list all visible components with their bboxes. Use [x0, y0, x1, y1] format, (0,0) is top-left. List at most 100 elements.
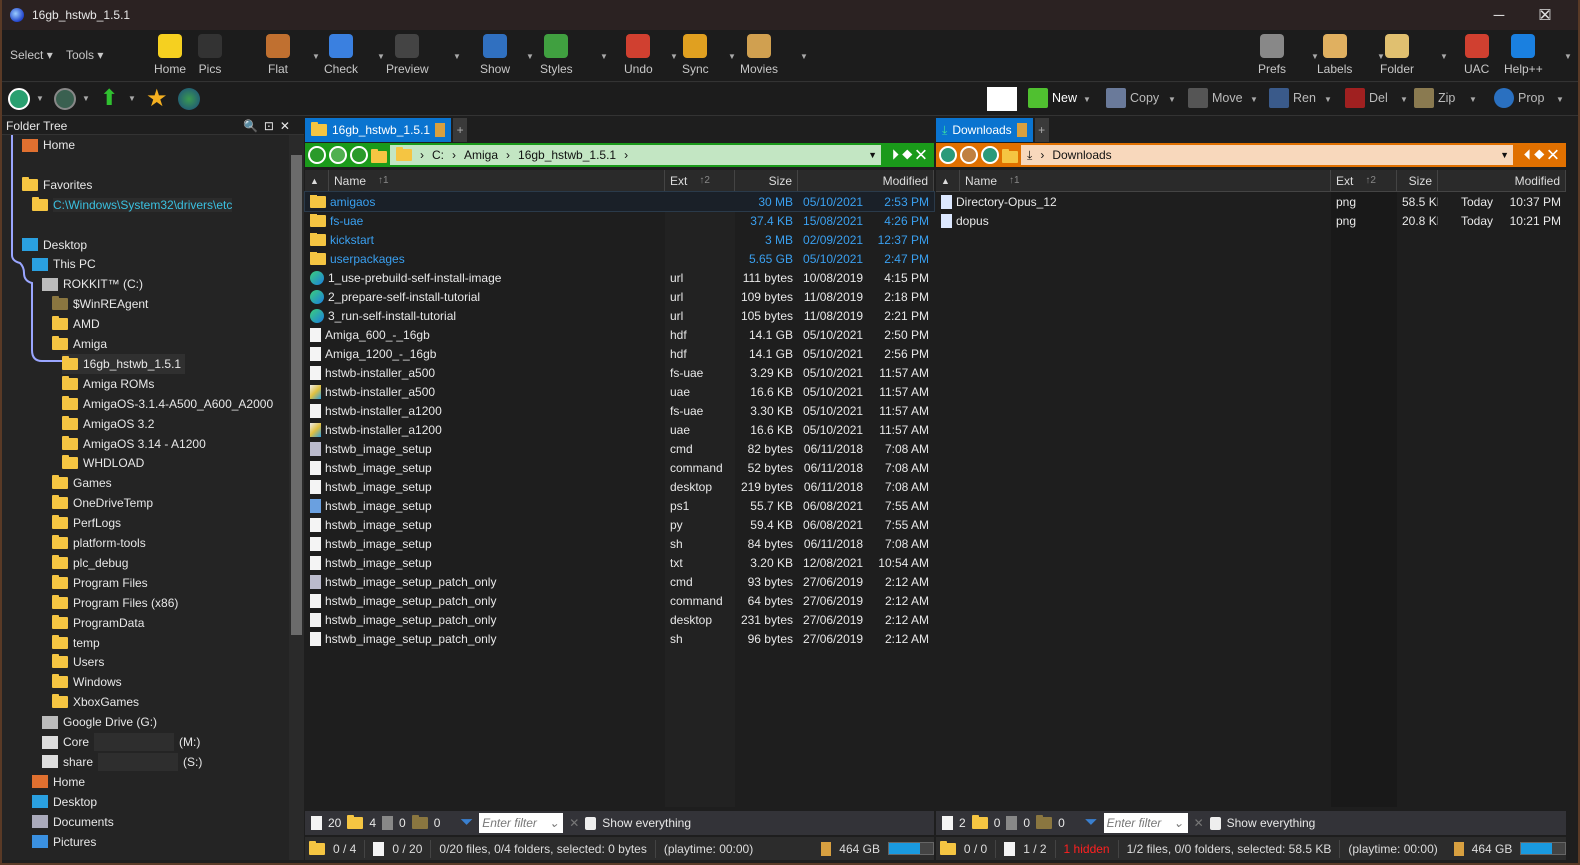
tree-item[interactable]: $WinREAgent	[52, 294, 148, 314]
breadcrumb-c[interactable]: C:	[432, 148, 444, 162]
dropdown-arrow-icon[interactable]: ▼	[526, 52, 534, 61]
dropdown-arrow-icon[interactable]: ▼	[600, 52, 608, 61]
toolbar-button-prop[interactable]: Prop	[1494, 88, 1544, 108]
close-window-button[interactable]: ✕	[1522, 0, 1568, 30]
file-row[interactable]: Directory-Opus_12 png 58.5 KB Today 10:37 PM	[936, 192, 1566, 211]
toolbar-button-del[interactable]: Del	[1345, 88, 1388, 108]
dropdown-arrow-icon[interactable]: ▼	[800, 52, 808, 61]
tree-scroll-thumb[interactable]	[291, 155, 302, 635]
dropdown-arrow-icon[interactable]: ▼	[1556, 95, 1564, 104]
tab-downloads[interactable]: ⤓ Downloads	[936, 118, 1033, 142]
back-icon[interactable]	[308, 146, 326, 164]
tree-item[interactable]: OneDriveTemp	[52, 493, 153, 513]
back-icon[interactable]	[8, 88, 30, 110]
toolbar-button-zip[interactable]: Zip	[1414, 88, 1455, 108]
file-row[interactable]: userpackages 5.65 GB 05/10/2021 2:47 PM	[305, 249, 934, 268]
column-modified[interactable]: Modified	[1438, 170, 1566, 191]
breadcrumb-downloads[interactable]: Downloads	[1052, 148, 1111, 162]
tree-item[interactable]: Users	[52, 652, 104, 672]
file-row[interactable]: hstwb_image_setup_patch_only command 64 by…	[305, 591, 934, 610]
up-icon[interactable]	[981, 146, 999, 164]
minimize-button[interactable]: ─	[1476, 0, 1522, 30]
tree-item[interactable]: C:\Windows\System32\drivers\etc	[32, 195, 233, 215]
column-size[interactable]: Size	[1397, 170, 1438, 191]
back-icon[interactable]	[939, 146, 957, 164]
toolbar-button-move[interactable]: Move	[1188, 88, 1243, 108]
filter-funnel-icon[interactable]: ⏷	[460, 814, 473, 832]
column-size[interactable]: Size	[735, 170, 798, 191]
tree-item[interactable]: Games	[52, 473, 112, 493]
tree-header-icons[interactable]: 🔍⊡✕	[243, 119, 296, 133]
hidden-count[interactable]: 1 hidden	[1064, 842, 1110, 856]
breadcrumb-16gb_hstwb_151[interactable]: 16gb_hstwb_1.5.1	[518, 148, 616, 162]
dropdown-arrow-icon[interactable]: ▼	[453, 52, 461, 61]
tree-item[interactable]: Amiga ROMs	[62, 374, 154, 394]
new-tab-button[interactable]: +	[453, 118, 468, 142]
dropdown-arrow-icon[interactable]: ▼	[312, 52, 320, 61]
file-row[interactable]: hstwb_image_setup_patch_only sh 96 bytes 27…	[305, 629, 934, 648]
file-row[interactable]: 2_prepare-self-install-tutorial url 109 by…	[305, 287, 934, 306]
tree-item[interactable]: AmigaOS 3.2	[62, 414, 154, 434]
view-mode-button[interactable]	[987, 87, 1017, 111]
dropdown-arrow-icon[interactable]: ▼	[728, 52, 736, 61]
toolbar-button-copy[interactable]: Copy	[1106, 88, 1159, 108]
tools-menu[interactable]: Tools ▾	[66, 48, 103, 62]
dropdown-arrow-icon[interactable]: ▼	[1564, 52, 1572, 61]
tree-item[interactable]: Amiga	[52, 334, 107, 354]
tree-item[interactable]: Program Files (x86)	[52, 593, 178, 613]
file-row[interactable]: hstwb_image_setup py 59.4 KB 06/08/2021 7:55…	[305, 515, 934, 534]
file-row[interactable]: dopus png 20.8 KB Today 10:21 PM	[936, 211, 1566, 230]
filter-input[interactable]: Enter filter ⌄	[1103, 813, 1188, 833]
filter-funnel-icon[interactable]: ⏷	[1085, 814, 1098, 832]
filter-dropdown-icon[interactable]: ⌄	[1174, 816, 1184, 830]
file-row[interactable]: Amiga_1200_-_16gb hdf 14.1 GB 05/10/2021 2:5…	[305, 344, 934, 363]
forward-icon[interactable]	[960, 146, 978, 164]
toolbar-button-help[interactable]: Help++	[1504, 34, 1543, 76]
toolbar-button-preview[interactable]: Preview	[386, 34, 429, 76]
dropdown-arrow-icon[interactable]: ▼	[1250, 95, 1258, 104]
tree-item[interactable]: This PC	[32, 254, 96, 274]
favorites-star-icon[interactable]: ★	[146, 84, 168, 112]
toolbar-button-undo[interactable]: Undo	[624, 34, 653, 76]
file-row[interactable]: kickstart 3 MB 02/09/2021 12:37 PM	[305, 230, 934, 249]
file-row[interactable]: hstwb-installer_a500 fs-uae 3.29 KB 05/10/2…	[305, 363, 934, 382]
tree-item[interactable]: AmigaOS 3.14 - A1200	[62, 434, 206, 454]
toolbar-button-check[interactable]: Check	[324, 34, 358, 76]
toolbar-button-labels[interactable]: Labels	[1317, 34, 1352, 76]
tree-item[interactable]: Program Files	[52, 573, 148, 593]
column-ext[interactable]: Ext ↑2	[665, 170, 735, 191]
tree-item[interactable]: AmigaOS-3.1.4-A500_A600_A2000	[62, 394, 273, 414]
tree-item[interactable]: Home	[32, 772, 85, 792]
tab-16gb_hstwb_1.5.1[interactable]: 16gb_hstwb_1.5.1	[305, 118, 452, 142]
tree-item[interactable]: Windows	[52, 672, 122, 692]
tree-item[interactable]: Pictures	[32, 832, 96, 852]
dropdown-arrow-icon[interactable]: ▼	[1324, 95, 1332, 104]
path-controls[interactable]: ⏴ ◆ ✕	[1516, 147, 1566, 163]
column-modified[interactable]: Modified	[798, 170, 934, 191]
file-row[interactable]: hstwb-installer_a500 uae 16.6 KB 05/10/2021…	[305, 382, 934, 401]
tree-item[interactable]: PerfLogs	[52, 513, 121, 533]
column-ext[interactable]: Ext ↑2	[1331, 170, 1397, 191]
sort-toggle-icon[interactable]: ▲	[936, 170, 960, 191]
sort-toggle-icon[interactable]: ▲	[305, 170, 329, 191]
tree-item[interactable]: platform-tools	[52, 533, 146, 553]
dropdown-arrow-icon[interactable]: ▼	[1083, 95, 1091, 104]
toolbar-button-ren[interactable]: Ren	[1269, 88, 1316, 108]
dropdown-arrow-icon[interactable]: ▼	[377, 52, 385, 61]
dropdown-arrow-icon[interactable]: ▼	[1469, 95, 1477, 104]
tree-item[interactable]: Desktop	[32, 792, 97, 812]
tree-item[interactable]: WHDLOAD	[62, 453, 144, 473]
file-row[interactable]: 3_run-self-install-tutorial url 105 bytes 1…	[305, 306, 934, 325]
toolbar-button-show[interactable]: Show	[480, 34, 510, 76]
show-everything-checkbox[interactable]	[585, 816, 597, 830]
toolbar-button-flat[interactable]: Flat	[266, 34, 290, 76]
file-row[interactable]: Amiga_600_-_16gb hdf 14.1 GB 05/10/2021 2:50…	[305, 325, 934, 344]
favorites-folder-icon[interactable]	[371, 148, 387, 163]
file-row[interactable]: hstwb_image_setup desktop 219 bytes 06/11/2…	[305, 477, 934, 496]
tree-item[interactable]: XboxGames	[52, 692, 139, 712]
filter-input[interactable]: Enter filter ⌄	[479, 813, 564, 833]
file-row[interactable]: hstwb_image_setup_patch_only cmd 93 bytes 2…	[305, 572, 934, 591]
file-row[interactable]: hstwb_image_setup sh 84 bytes 06/11/2018 7:0…	[305, 534, 934, 553]
tree-item[interactable]: 16gb_hstwb_1.5.1	[62, 353, 186, 374]
toolbar-button-sync[interactable]: Sync	[682, 34, 709, 76]
